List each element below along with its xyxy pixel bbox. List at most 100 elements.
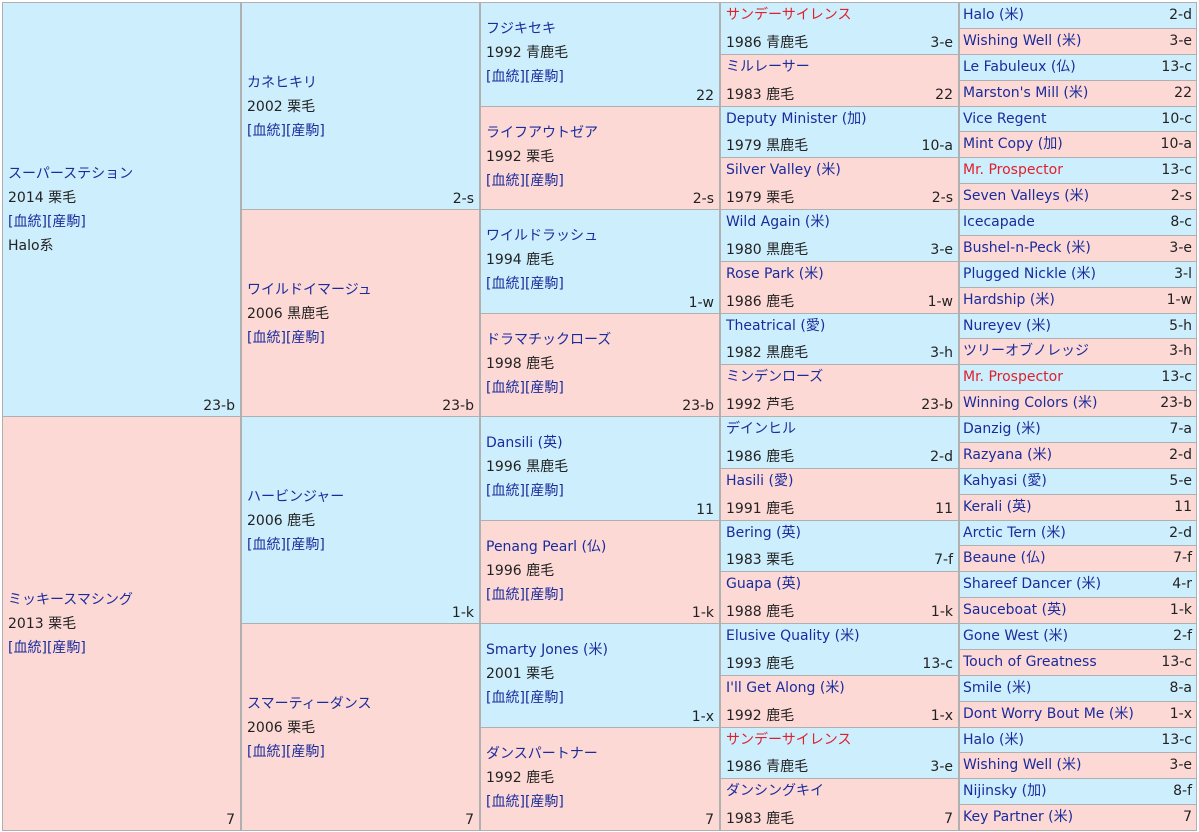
family-number: 23-b bbox=[1160, 395, 1192, 411]
horse-name-link[interactable]: Arctic Tern (米) bbox=[963, 522, 1066, 544]
horse-name-link[interactable]: Nureyev (米) bbox=[963, 315, 1051, 337]
horse-name-link[interactable]: Vice Regent bbox=[963, 108, 1047, 130]
g3-horse-cell: Smarty Jones (米) 2001 栗毛 [血統][産駒] 1-x bbox=[480, 623, 720, 728]
progeny-link[interactable]: [産駒] bbox=[525, 794, 564, 810]
horse-name-link[interactable]: Rose Park (米) bbox=[726, 264, 824, 284]
horse-name-link[interactable]: Silver Valley (米) bbox=[726, 160, 841, 180]
blood-link[interactable]: [血統] bbox=[486, 69, 525, 85]
horse-name-link[interactable]: Shareef Dancer (米) bbox=[963, 573, 1101, 595]
horse-name-link[interactable]: ライフアウトゼア bbox=[486, 125, 598, 141]
horse-name-link[interactable]: Deputy Minister (加) bbox=[726, 109, 867, 129]
horse-name-link[interactable]: ミルレーサー bbox=[726, 57, 810, 77]
blood-link[interactable]: [血統] bbox=[486, 587, 525, 603]
horse-name-link[interactable]: サンデーサイレンス bbox=[726, 730, 851, 750]
horse-name-link[interactable]: I'll Get Along (米) bbox=[726, 678, 845, 698]
horse-name-link[interactable]: Seven Valleys (米) bbox=[963, 185, 1089, 207]
blood-link[interactable]: [血統] bbox=[486, 690, 525, 706]
horse-name-link[interactable]: Theatrical (愛) bbox=[726, 316, 825, 336]
progeny-link[interactable]: [産駒] bbox=[525, 587, 564, 603]
horse-name-link[interactable]: Plugged Nickle (米) bbox=[963, 263, 1096, 285]
horse-name-link[interactable]: Hasili (愛) bbox=[726, 471, 793, 491]
blood-link[interactable]: [血統] bbox=[486, 483, 525, 499]
blood-link[interactable]: [血統] bbox=[486, 794, 525, 810]
horse-name-link[interactable]: Halo (米) bbox=[963, 4, 1024, 26]
horse-name-link[interactable]: Mint Copy (加) bbox=[963, 133, 1063, 155]
family-number: 11 bbox=[935, 501, 953, 517]
horse-name-link[interactable]: Kahyasi (愛) bbox=[963, 470, 1047, 492]
horse-name-link[interactable]: サンデーサイレンス bbox=[726, 5, 851, 25]
progeny-link[interactable]: [産駒] bbox=[525, 173, 564, 189]
horse-name-link[interactable]: ミッキースマシング bbox=[8, 592, 133, 608]
horse-name-link[interactable]: Le Fabuleux (仏) bbox=[963, 56, 1076, 78]
horse-name-link[interactable]: スーパーステション bbox=[8, 166, 133, 182]
progeny-link[interactable]: [産駒] bbox=[286, 744, 325, 760]
g5-horse-cell: Wishing Well (米) 3-e bbox=[959, 752, 1197, 779]
horse-name-link[interactable]: ドラマチックローズ bbox=[486, 332, 611, 348]
blood-link[interactable]: [血統] bbox=[8, 640, 47, 656]
horse-info: ワイルドラッシュ 1994 鹿毛 [血統][産駒] bbox=[486, 224, 598, 296]
horse-name-link[interactable]: Smile (米) bbox=[963, 677, 1031, 699]
horse-name-link[interactable]: Nijinsky (加) bbox=[963, 780, 1047, 802]
horse-name-link[interactable]: Kerali (英) bbox=[963, 496, 1032, 518]
horse-name-link[interactable]: Elusive Quality (米) bbox=[726, 626, 860, 646]
coat-color: 青鹿毛 bbox=[766, 35, 809, 51]
blood-link[interactable]: [血統] bbox=[247, 744, 286, 760]
horse-name-link[interactable]: Touch of Greatness bbox=[963, 651, 1097, 673]
horse-name-link[interactable]: Halo (米) bbox=[963, 729, 1024, 751]
progeny-link[interactable]: [産駒] bbox=[47, 214, 86, 230]
blood-link[interactable]: [血統] bbox=[486, 173, 525, 189]
blood-link[interactable]: [血統] bbox=[486, 276, 525, 292]
horse-name-link[interactable]: カネヒキリ bbox=[247, 75, 317, 91]
horse-name-link[interactable]: Hardship (米) bbox=[963, 289, 1055, 311]
horse-name-link[interactable]: ミンデンローズ bbox=[726, 367, 823, 387]
horse-name-link[interactable]: Gone West (米) bbox=[963, 625, 1068, 647]
horse-name-link[interactable]: Bushel-n-Peck (米) bbox=[963, 237, 1091, 259]
horse-name-link[interactable]: Beaune (仏) bbox=[963, 547, 1046, 569]
progeny-link[interactable]: [産駒] bbox=[525, 380, 564, 396]
blood-link[interactable]: [血統] bbox=[247, 123, 286, 139]
progeny-link[interactable]: [産駒] bbox=[286, 123, 325, 139]
horse-name-link[interactable]: ツリーオブノレッジ bbox=[963, 340, 1089, 362]
blood-link[interactable]: [血統] bbox=[8, 214, 47, 230]
horse-name-link[interactable]: ダンシングキイ bbox=[726, 781, 824, 801]
horse-name-link[interactable]: Mr. Prospector bbox=[963, 159, 1063, 181]
horse-name-link[interactable]: ワイルドラッシュ bbox=[486, 228, 598, 244]
progeny-link[interactable]: [産駒] bbox=[525, 276, 564, 292]
blood-link[interactable]: [血統] bbox=[247, 537, 286, 553]
horse-name-link[interactable]: スマーティーダンス bbox=[247, 696, 371, 712]
horse-name-link[interactable]: Dansili (英) bbox=[486, 435, 563, 451]
horse-name-link[interactable]: Wishing Well (米) bbox=[963, 754, 1081, 776]
horse-name-link[interactable]: Mr. Prospector bbox=[963, 366, 1063, 388]
horse-name-link[interactable]: Wild Again (米) bbox=[726, 212, 830, 232]
horse-name-link[interactable]: Bering (英) bbox=[726, 523, 801, 543]
horse-name-link[interactable]: Penang Pearl (仏) bbox=[486, 539, 606, 555]
blood-link[interactable]: [血統] bbox=[247, 330, 286, 346]
horse-name-link[interactable]: Razyana (米) bbox=[963, 444, 1052, 466]
blood-link[interactable]: [血統] bbox=[486, 380, 525, 396]
horse-name-link[interactable]: Key Partner (米) bbox=[963, 806, 1073, 828]
horse-name-link[interactable]: Wishing Well (米) bbox=[963, 30, 1081, 52]
horse-name-link[interactable]: Dont Worry Bout Me (米) bbox=[963, 703, 1134, 725]
progeny-link[interactable]: [産駒] bbox=[286, 537, 325, 553]
horse-name-link[interactable]: フジキセキ bbox=[486, 21, 556, 37]
progeny-link[interactable]: [産駒] bbox=[525, 690, 564, 706]
horse-name-link[interactable]: ダンスパートナー bbox=[486, 746, 598, 762]
progeny-link[interactable]: [産駒] bbox=[286, 330, 325, 346]
family-number: 7 bbox=[465, 812, 474, 828]
horse-name-link[interactable]: Sauceboat (英) bbox=[963, 599, 1067, 621]
progeny-link[interactable]: [産駒] bbox=[525, 483, 564, 499]
horse-name-link[interactable]: Danzig (米) bbox=[963, 418, 1041, 440]
horse-name-row: フジキセキ bbox=[486, 17, 568, 41]
progeny-link[interactable]: [産駒] bbox=[525, 69, 564, 85]
horse-name-link[interactable]: Marston's Mill (米) bbox=[963, 82, 1088, 104]
horse-name-row: Dansili (英) bbox=[486, 431, 568, 455]
horse-name-link[interactable]: Icecapade bbox=[963, 211, 1035, 233]
horse-name-link[interactable]: ハービンジャー bbox=[247, 489, 344, 505]
horse-name-link[interactable]: Smarty Jones (米) bbox=[486, 642, 608, 658]
horse-name-link[interactable]: Guapa (英) bbox=[726, 574, 801, 594]
progeny-link[interactable]: [産駒] bbox=[47, 640, 86, 656]
horse-name-link[interactable]: Winning Colors (米) bbox=[963, 392, 1098, 414]
birth-year: 2006 bbox=[247, 720, 283, 736]
horse-name-link[interactable]: ワイルドイマージュ bbox=[247, 282, 372, 298]
horse-name-link[interactable]: デインヒル bbox=[726, 419, 796, 439]
